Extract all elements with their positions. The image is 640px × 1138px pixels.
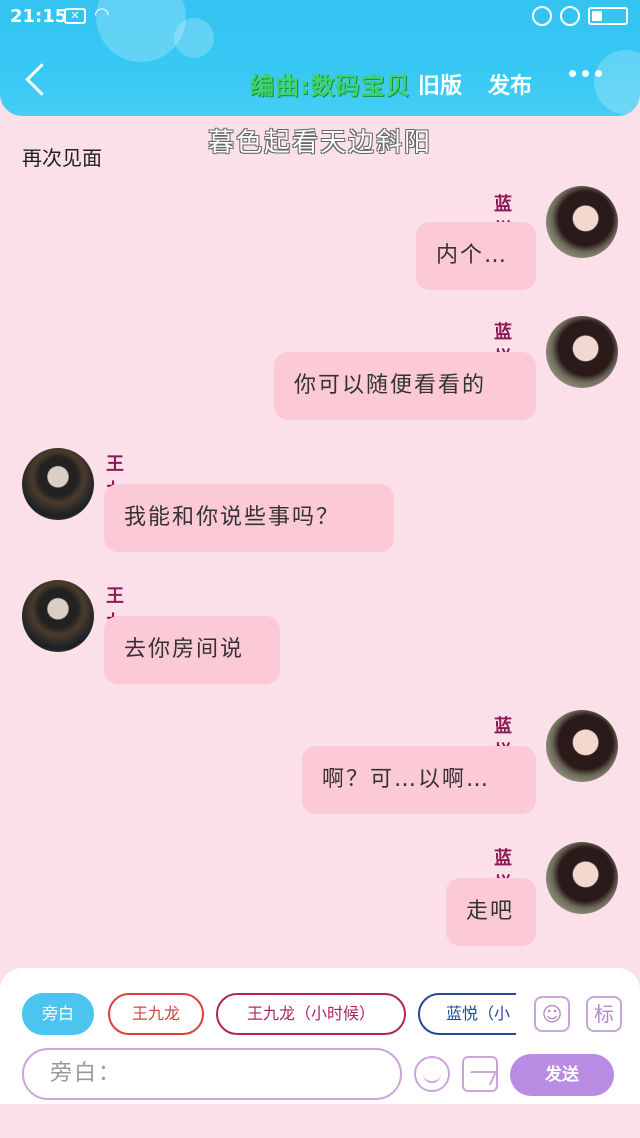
status-right — [532, 6, 628, 26]
avatar[interactable] — [546, 186, 618, 258]
message-bubble: 走吧 — [446, 878, 536, 946]
header-decoration — [594, 50, 640, 114]
message-input[interactable]: 旁白： — [22, 1048, 402, 1100]
role-chip-lan-yue[interactable]: 蓝悦（小 — [418, 993, 516, 1035]
header-credit: 编曲:数码宝贝 — [250, 72, 411, 100]
bottom-strip — [0, 1104, 640, 1138]
avatar[interactable] — [22, 580, 94, 652]
send-button[interactable]: 发送 — [510, 1054, 614, 1096]
app-header: 21:15 ✕ ◠ 编曲:数码宝贝 旧版 发布 — [0, 0, 640, 116]
battery-icon — [588, 7, 628, 25]
lock-icon — [532, 6, 552, 26]
input-panel: 旁白 王九龙 王九龙（小时候） 蓝悦（小 ☺ 标 旁白： 发送 — [0, 968, 640, 1104]
status-bar: 21:15 ✕ ◠ — [0, 0, 640, 34]
publish-button[interactable]: 发布 — [488, 68, 532, 100]
role-chip-wang-jiulong-child[interactable]: 王九龙（小时候） — [216, 993, 406, 1035]
back-button[interactable] — [22, 62, 52, 98]
status-time: 21:15 — [10, 6, 68, 27]
headset-icon — [560, 6, 580, 26]
mark-button[interactable]: 标 — [586, 996, 622, 1032]
role-selector: 旁白 王九龙 王九龙（小时候） 蓝悦（小 — [22, 993, 516, 1037]
more-options-button[interactable] — [569, 70, 602, 77]
message-bubble: 你可以随便看看的 — [274, 352, 536, 420]
notification-icon: ✕ — [64, 8, 86, 24]
avatar[interactable] — [546, 316, 618, 388]
character-icon[interactable]: ☺ — [534, 996, 570, 1032]
emoji-icon[interactable] — [414, 1056, 450, 1092]
old-version-button[interactable]: 旧版 — [418, 68, 462, 100]
role-chip-wang-jiulong[interactable]: 王九龙 — [108, 993, 204, 1035]
wifi-icon: ◠ — [94, 4, 110, 25]
avatar[interactable] — [22, 448, 94, 520]
image-icon[interactable] — [462, 1056, 498, 1092]
message-bubble: 内个… — [416, 222, 536, 290]
message-bubble: 啊？可…以啊… — [302, 746, 536, 814]
avatar[interactable] — [546, 710, 618, 782]
message-bubble: 去你房间说 — [104, 616, 280, 684]
message-bubble: 我能和你说些事吗？ — [104, 484, 394, 552]
role-chip-narrator[interactable]: 旁白 — [22, 993, 94, 1035]
scene-title: 再次见面 — [22, 146, 102, 170]
avatar[interactable] — [546, 842, 618, 914]
